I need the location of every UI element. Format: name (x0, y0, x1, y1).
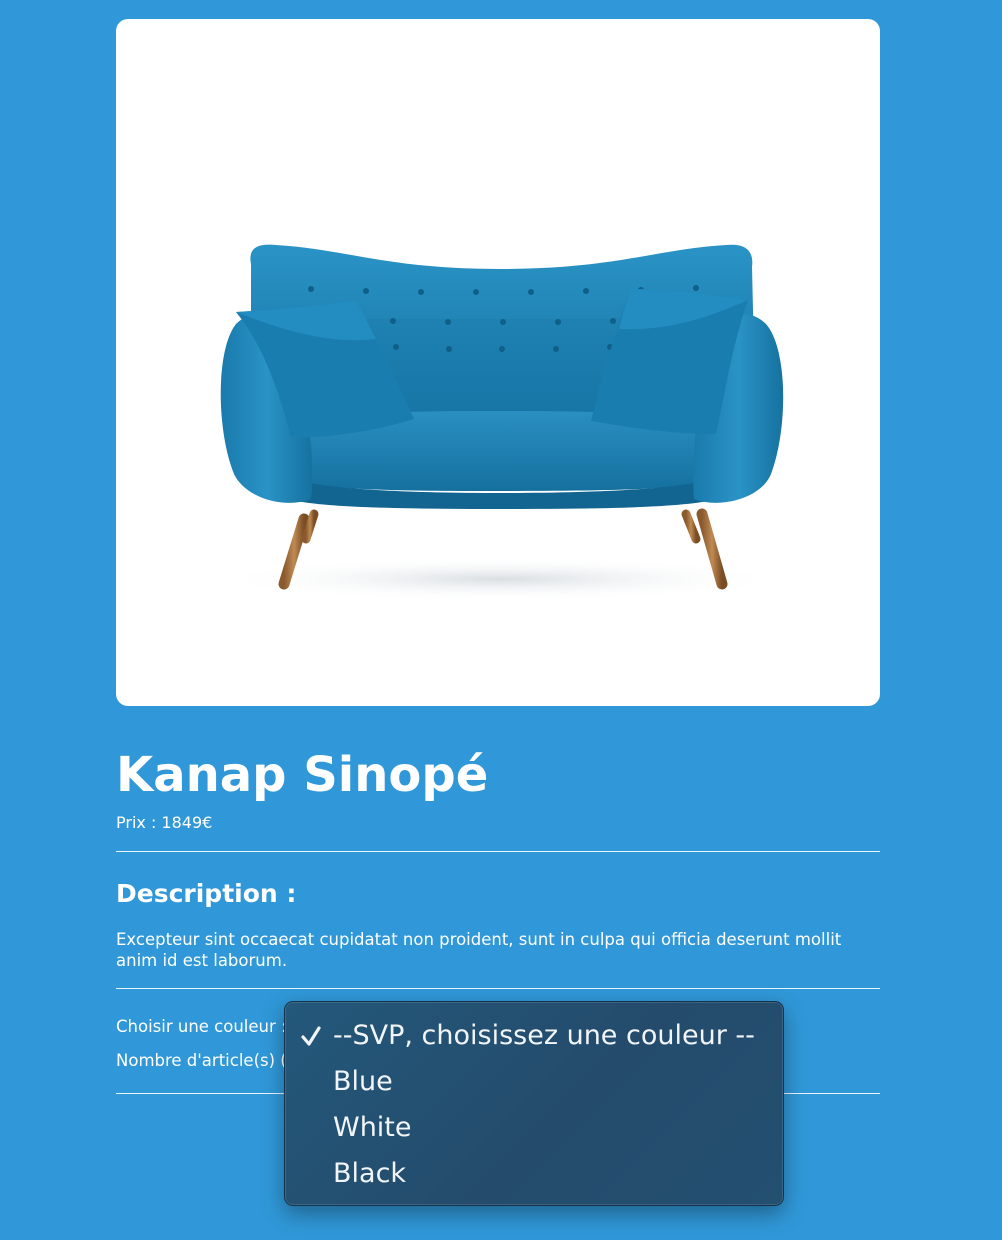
color-select-label: Choisir une couleur : (116, 1017, 287, 1036)
color-dropdown-menu[interactable]: --SVP, choisissez une couleur -- Blue Wh… (284, 1001, 784, 1206)
description-text: Excepteur sint occaecat cupidatat non pr… (116, 930, 842, 970)
checkmark-icon (301, 1026, 321, 1046)
dropdown-option-blue[interactable]: Blue (333, 1065, 393, 1099)
product-price: Prix : 1849€ (116, 813, 213, 832)
divider (116, 851, 880, 852)
sofa-image (210, 244, 790, 601)
dropdown-option-placeholder[interactable]: --SVP, choisissez une couleur -- (333, 1019, 755, 1053)
product-image (116, 19, 880, 706)
divider (116, 988, 880, 989)
dropdown-option-white[interactable]: White (333, 1111, 412, 1145)
description-heading: Description : (116, 879, 297, 908)
product-page: Kanap Sinopé Prix : 1849€ Description : … (0, 0, 1002, 1240)
dropdown-option-black[interactable]: Black (333, 1157, 406, 1191)
product-title: Kanap Sinopé (116, 747, 489, 803)
